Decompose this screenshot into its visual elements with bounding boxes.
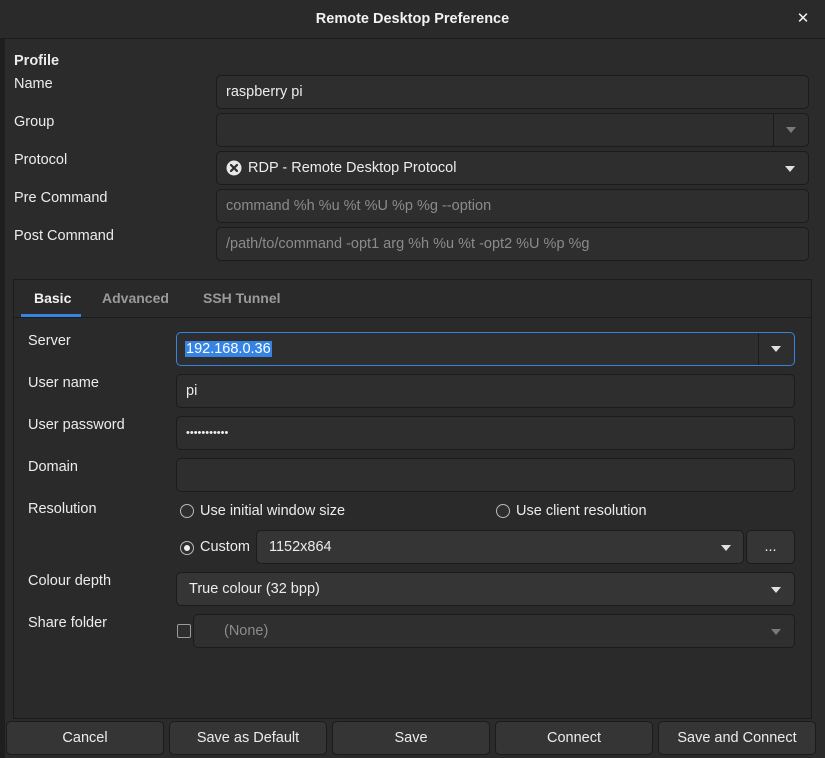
password-label: User password [28, 417, 125, 433]
tab-bar: Basic Advanced SSH Tunnel [14, 280, 811, 318]
window-left-edge [0, 38, 5, 758]
save-as-default-button[interactable]: Save as Default [169, 721, 327, 755]
resolution-client-radio[interactable] [496, 504, 510, 518]
share-folder-value: (None) [224, 623, 269, 639]
name-field[interactable]: raspberry pi [216, 75, 809, 109]
resolution-client-label[interactable]: Use client resolution [516, 503, 647, 519]
resolution-initial-label[interactable]: Use initial window size [200, 503, 345, 519]
cancel-button-label: Cancel [62, 730, 108, 746]
colour-depth-value: True colour (32 bpp) [189, 581, 320, 597]
resolution-more-button[interactable]: ... [746, 530, 795, 564]
password-value: ••••••••••• [186, 427, 229, 439]
share-folder-label: Share folder [28, 615, 107, 631]
post-command-placeholder: /path/to/command -opt1 arg %h %u %t -opt… [226, 236, 590, 252]
server-label: Server [28, 333, 71, 349]
server-dropdown-button[interactable] [759, 333, 794, 365]
pre-command-field[interactable]: command %h %u %t %U %p %g --option [216, 189, 809, 223]
save-and-connect-label: Save and Connect [677, 730, 797, 746]
name-label: Name [14, 76, 53, 92]
username-value: pi [186, 383, 198, 399]
save-button-label: Save [394, 730, 428, 746]
close-icon: ✕ [796, 10, 810, 27]
title-bar[interactable]: Remote Desktop Preference ✕ [0, 0, 825, 39]
protocol-value: RDP - Remote Desktop Protocol [248, 160, 457, 176]
resolution-initial-radio[interactable] [180, 504, 194, 518]
save-as-default-label: Save as Default [196, 730, 300, 746]
connect-button-label: Connect [546, 730, 601, 746]
domain-field[interactable] [176, 458, 795, 492]
save-and-connect-button[interactable]: Save and Connect [658, 721, 816, 755]
active-tab-indicator [21, 314, 81, 317]
post-command-label: Post Command [14, 228, 114, 244]
password-field[interactable]: ••••••••••• [176, 416, 795, 450]
share-folder-checkbox[interactable] [177, 624, 191, 638]
protocol-label: Protocol [14, 152, 68, 168]
resolution-custom-label[interactable]: Custom [200, 539, 250, 555]
post-command-field[interactable]: /path/to/command -opt1 arg %h %u %t -opt… [216, 227, 809, 261]
colour-depth-combo[interactable]: True colour (32 bpp) [176, 572, 795, 606]
chevron-down-icon [771, 587, 781, 593]
window-title: Remote Desktop Preference [315, 11, 510, 27]
tab-basic[interactable]: Basic [34, 290, 71, 306]
profile-section-title: Profile [14, 53, 60, 69]
name-value: raspberry pi [226, 84, 303, 100]
chevron-down-icon [785, 166, 795, 172]
share-folder-chooser[interactable]: (None) [193, 614, 795, 648]
chevron-down-icon [721, 545, 731, 551]
chevron-down-icon [771, 629, 781, 635]
rdp-protocol-icon [226, 160, 242, 176]
username-label: User name [28, 375, 99, 391]
username-field[interactable]: pi [176, 374, 795, 408]
more-icon: ... [764, 539, 777, 555]
tab-ssh-tunnel[interactable]: SSH Tunnel [203, 290, 281, 306]
custom-resolution-combo[interactable]: 1152x864 [256, 530, 744, 564]
group-dropdown-button[interactable] [773, 114, 808, 146]
protocol-combo[interactable]: RDP - Remote Desktop Protocol [216, 151, 809, 185]
save-button[interactable]: Save [332, 721, 490, 755]
connect-button[interactable]: Connect [495, 721, 653, 755]
server-input[interactable]: 192.168.0.36 [177, 333, 759, 365]
cancel-button[interactable]: Cancel [6, 721, 164, 755]
domain-label: Domain [28, 459, 78, 475]
custom-resolution-value: 1152x864 [269, 539, 332, 555]
close-button[interactable]: ✕ [791, 7, 815, 31]
pre-command-label: Pre Command [14, 190, 108, 206]
group-combo[interactable] [216, 113, 809, 147]
pre-command-placeholder: command %h %u %t %U %p %g --option [226, 198, 492, 214]
colour-depth-label: Colour depth [28, 573, 112, 589]
tab-advanced[interactable]: Advanced [102, 290, 169, 306]
resolution-custom-radio[interactable] [180, 541, 194, 555]
group-label: Group [14, 114, 55, 130]
resolution-label: Resolution [28, 501, 97, 517]
chevron-down-icon [786, 127, 796, 133]
server-value: 192.168.0.36 [185, 341, 272, 357]
chevron-down-icon [771, 346, 781, 352]
server-combo[interactable]: 192.168.0.36 [176, 332, 795, 366]
